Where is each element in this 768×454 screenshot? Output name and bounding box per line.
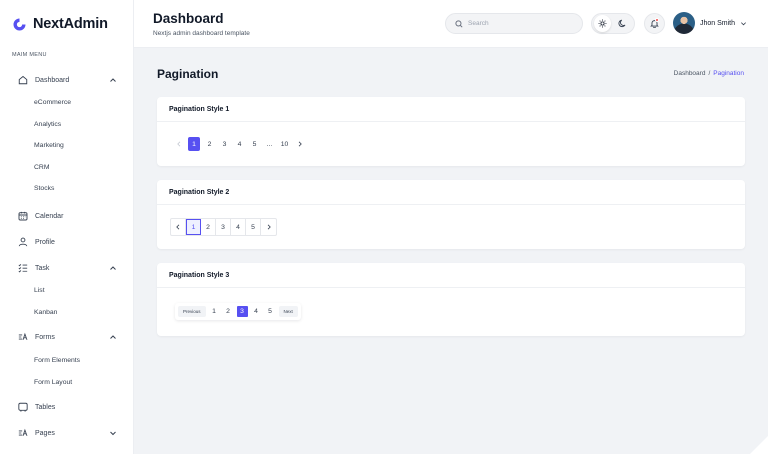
sidebar-subitem-kanban[interactable]: Kanban (34, 309, 57, 316)
page-button[interactable]: 1 (188, 137, 200, 151)
breadcrumb: Dashboard / Pagination (674, 70, 744, 77)
notifications-button[interactable] (644, 13, 665, 34)
prev-page-button[interactable] (171, 219, 186, 235)
page-button[interactable]: 3 (216, 219, 231, 235)
next-page-button[interactable] (261, 219, 276, 235)
pagination-card-3: Pagination Style 3 Previous 1 2 3 4 5 Ne… (157, 263, 745, 336)
sidebar-item-pages[interactable]: Pages (17, 426, 121, 440)
chevron-down-icon (110, 431, 116, 436)
page-button[interactable]: 5 (246, 219, 261, 235)
chevron-right-icon (298, 141, 302, 147)
chevron-left-icon (176, 224, 180, 230)
page-button[interactable]: 1 (186, 219, 201, 235)
sidebar-item-label: Forms (35, 333, 55, 341)
logo[interactable]: NextAdmin (12, 16, 108, 32)
page-button[interactable]: 5 (265, 306, 276, 317)
pagination-style-1: 1 2 3 4 5 ... 10 (171, 137, 307, 151)
pagination-card-2: Pagination Style 2 1 2 3 4 5 (157, 180, 745, 249)
sidebar-item-label: Pages (35, 429, 55, 437)
page-button[interactable]: 5 (247, 137, 262, 151)
chevron-down-icon (741, 21, 747, 25)
pages-icon (17, 428, 28, 439)
chevron-up-icon (110, 266, 116, 270)
sidebar-subitem-analytics[interactable]: Analytics (34, 121, 61, 128)
page-button[interactable]: 3 (217, 137, 232, 151)
previous-button[interactable]: Previous (178, 306, 206, 317)
page-button[interactable]: 2 (201, 219, 216, 235)
next-button[interactable]: Next (278, 306, 298, 317)
search-icon (455, 19, 463, 28)
light-mode-button[interactable] (594, 15, 611, 32)
header-subtitle: Nextjs admin dashboard template (153, 30, 250, 37)
card-title: Pagination Style 1 (157, 97, 745, 122)
sidebar: NextAdmin MAIM MENU Dashboard eCommerce … (0, 0, 134, 454)
page-button[interactable]: 3 (236, 306, 248, 317)
chevron-right-icon (267, 224, 271, 230)
next-page-button[interactable] (292, 137, 307, 151)
sidebar-item-forms[interactable]: Forms (17, 330, 121, 344)
logo-mark-icon (13, 18, 26, 30)
prev-page-button[interactable] (171, 137, 186, 151)
sidebar-subitem-form-layout[interactable]: Form Layout (34, 379, 72, 386)
home-icon (17, 75, 28, 86)
card-title: Pagination Style 3 (157, 263, 745, 288)
task-list-icon (17, 263, 28, 274)
sidebar-subitem-list[interactable]: List (34, 287, 45, 294)
sidebar-item-dashboard[interactable]: Dashboard (17, 73, 121, 87)
user-name: Jhon Smith (700, 19, 736, 27)
sidebar-item-calendar[interactable]: Calendar (17, 209, 121, 223)
sidebar-item-label: Dashboard (35, 76, 70, 84)
app-name: NextAdmin (33, 16, 108, 32)
user-menu[interactable]: Jhon Smith (673, 12, 747, 34)
forms-icon (17, 332, 28, 343)
sidebar-item-label: Task (35, 264, 50, 272)
pagination-card-1: Pagination Style 1 1 2 3 4 5 ... 10 (157, 97, 745, 166)
card-title: Pagination Style 2 (157, 180, 745, 205)
sidebar-item-task[interactable]: Task (17, 261, 121, 275)
breadcrumb-separator: / (708, 70, 711, 77)
theme-toggle[interactable] (591, 13, 635, 34)
moon-icon (618, 19, 626, 28)
menu-title: MAIM MENU (12, 52, 47, 58)
sun-icon (598, 19, 607, 28)
search-box[interactable] (445, 13, 583, 34)
search-input[interactable] (468, 20, 568, 27)
page-button[interactable]: 2 (223, 306, 234, 317)
page-corner-decoration (750, 436, 768, 454)
page-button[interactable]: 2 (202, 137, 217, 151)
page-title: Pagination (157, 67, 219, 81)
page-button[interactable]: 4 (251, 306, 262, 317)
sidebar-item-profile[interactable]: Profile (17, 235, 121, 249)
pagination-style-2: 1 2 3 4 5 (170, 218, 277, 236)
page-ellipsis: ... (266, 140, 273, 148)
page-button[interactable]: 10 (277, 137, 292, 151)
sidebar-subitem-stocks[interactable]: Stocks (34, 185, 54, 192)
page-button[interactable]: 4 (232, 137, 247, 151)
chevron-up-icon (110, 78, 116, 82)
breadcrumb-current: Pagination (713, 70, 744, 77)
header-title: Dashboard (153, 11, 224, 26)
calendar-icon (17, 211, 28, 222)
sidebar-subitem-ecommerce[interactable]: eCommerce (34, 99, 71, 106)
avatar (673, 12, 695, 34)
breadcrumb-parent-link[interactable]: Dashboard (674, 70, 706, 77)
sidebar-item-label: Profile (35, 238, 55, 246)
table-icon (17, 402, 28, 413)
sidebar-item-label: Tables (35, 403, 56, 411)
pagination-style-3: Previous 1 2 3 4 5 Next (175, 303, 301, 320)
notification-dot (655, 18, 659, 22)
chevron-up-icon (110, 335, 116, 339)
sidebar-subitem-form-elements[interactable]: Form Elements (34, 357, 80, 364)
user-icon (17, 237, 28, 248)
dark-mode-button[interactable] (614, 15, 631, 32)
chevron-left-icon (176, 141, 180, 147)
sidebar-subitem-crm[interactable]: CRM (34, 164, 49, 171)
sidebar-subitem-marketing[interactable]: Marketing (34, 142, 64, 149)
sidebar-item-tables[interactable]: Tables (17, 400, 121, 414)
page-button[interactable]: 1 (209, 306, 220, 317)
top-header: Dashboard Nextjs admin dashboard templat… (134, 0, 768, 48)
sidebar-item-label: Calendar (35, 212, 64, 220)
page-button[interactable]: 4 (231, 219, 246, 235)
